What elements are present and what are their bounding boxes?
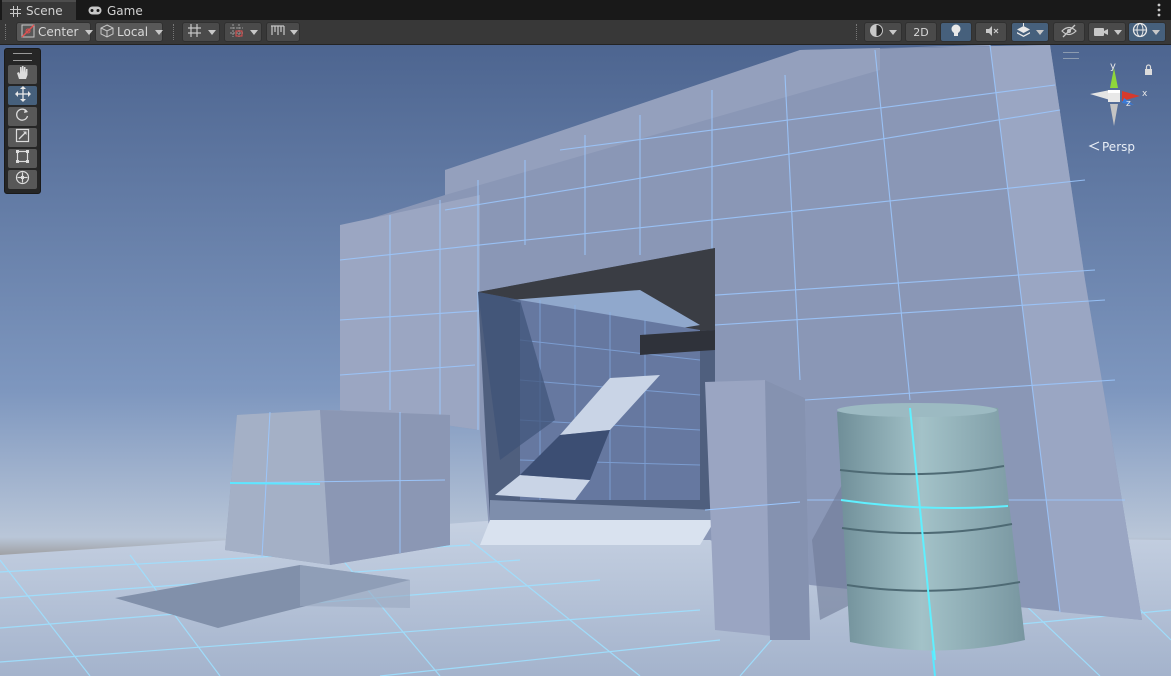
camera-icon <box>1093 23 1109 42</box>
chevron-down-icon <box>208 29 216 35</box>
grid-snapping-button[interactable] <box>182 22 220 42</box>
perspective-icon <box>1088 140 1100 154</box>
projection-toggle[interactable]: Persp <box>1088 140 1135 154</box>
chevron-down-icon <box>1114 29 1122 35</box>
chevron-down-icon <box>889 29 897 35</box>
lightbulb-icon <box>949 23 963 42</box>
hand-tool-button[interactable] <box>8 65 37 84</box>
tab-scene[interactable]: Scene <box>2 0 76 20</box>
ruler-snap-button[interactable] <box>266 22 300 42</box>
scene-visibility-button[interactable] <box>1053 22 1085 42</box>
layers-effects-icon <box>1016 22 1031 42</box>
audio-toggle-button[interactable] <box>975 22 1007 42</box>
chevron-down-icon <box>290 29 298 35</box>
grid-snap-icon <box>187 23 202 42</box>
gizmos-dropdown[interactable] <box>1128 22 1166 42</box>
chevron-down-icon <box>1152 29 1160 35</box>
tab-label: Scene <box>26 4 63 18</box>
toolbar-grip[interactable] <box>173 24 176 40</box>
chevron-down-icon <box>250 29 258 35</box>
transform-tool-button[interactable] <box>8 170 37 189</box>
overlay-grip[interactable] <box>1063 52 1079 59</box>
increment-snapping-button[interactable] <box>224 22 262 42</box>
camera-settings-dropdown[interactable] <box>1088 22 1126 42</box>
toggle-2d-button[interactable]: 2D <box>905 22 937 42</box>
rect-tool-button[interactable] <box>8 149 37 168</box>
effects-dropdown[interactable] <box>1011 22 1049 42</box>
pivot-label: Center <box>38 25 79 39</box>
more-options-icon[interactable] <box>1153 2 1165 18</box>
scene-viewport[interactable] <box>0 45 1171 676</box>
space-dropdown[interactable]: Local <box>95 22 164 42</box>
toggle-2d-label: 2D <box>913 25 929 39</box>
pivot-icon <box>21 23 35 42</box>
rotate-icon <box>15 107 30 126</box>
lock-icon[interactable] <box>1144 60 1153 79</box>
space-label: Local <box>117 25 149 39</box>
mute-speaker-icon <box>984 23 999 42</box>
snap-increment-icon <box>229 23 244 42</box>
scale-tool-button[interactable] <box>8 128 37 147</box>
unity-scene-window: Scene Game Center Local 2D y x z Persp <box>0 0 1171 676</box>
scene-toolbar: Center Local 2D <box>0 20 1171 45</box>
tool-palette <box>4 48 41 194</box>
lighting-toggle-button[interactable] <box>940 22 972 42</box>
chevron-down-icon <box>1036 29 1044 35</box>
tab-game[interactable]: Game <box>80 1 150 20</box>
chevron-down-icon <box>155 29 164 35</box>
ruler-icon <box>270 23 285 42</box>
palette-drag-handle[interactable] <box>13 53 32 61</box>
chevron-down-icon <box>85 29 94 35</box>
rect-transform-icon <box>15 149 30 168</box>
hand-icon <box>15 65 30 84</box>
scale-icon <box>15 128 30 147</box>
tab-label: Game <box>107 3 143 18</box>
move-icon <box>14 85 31 106</box>
svg-text:x: x <box>1142 89 1148 99</box>
tab-bar: Scene Game <box>0 0 1171 20</box>
grid-icon <box>10 5 21 17</box>
gizmo-globe-icon <box>1132 22 1148 42</box>
projection-label: Persp <box>1102 140 1135 154</box>
toolbar-grip[interactable] <box>5 24 8 40</box>
scene-render <box>0 45 1171 676</box>
gizmo-z-label: z <box>1126 99 1131 109</box>
cube-icon <box>100 23 114 42</box>
rotate-tool-button[interactable] <box>8 107 37 126</box>
draw-mode-dropdown[interactable] <box>864 22 902 42</box>
pivot-dropdown[interactable]: Center <box>16 22 94 42</box>
toolbar-grip[interactable] <box>856 24 859 40</box>
hidden-eye-icon <box>1061 23 1077 42</box>
transform-icon <box>15 170 30 189</box>
gamepad-icon <box>88 6 102 15</box>
gizmo-y-label: y <box>1110 61 1116 72</box>
move-tool-button[interactable] <box>8 85 37 106</box>
shading-sphere-icon <box>869 23 884 42</box>
